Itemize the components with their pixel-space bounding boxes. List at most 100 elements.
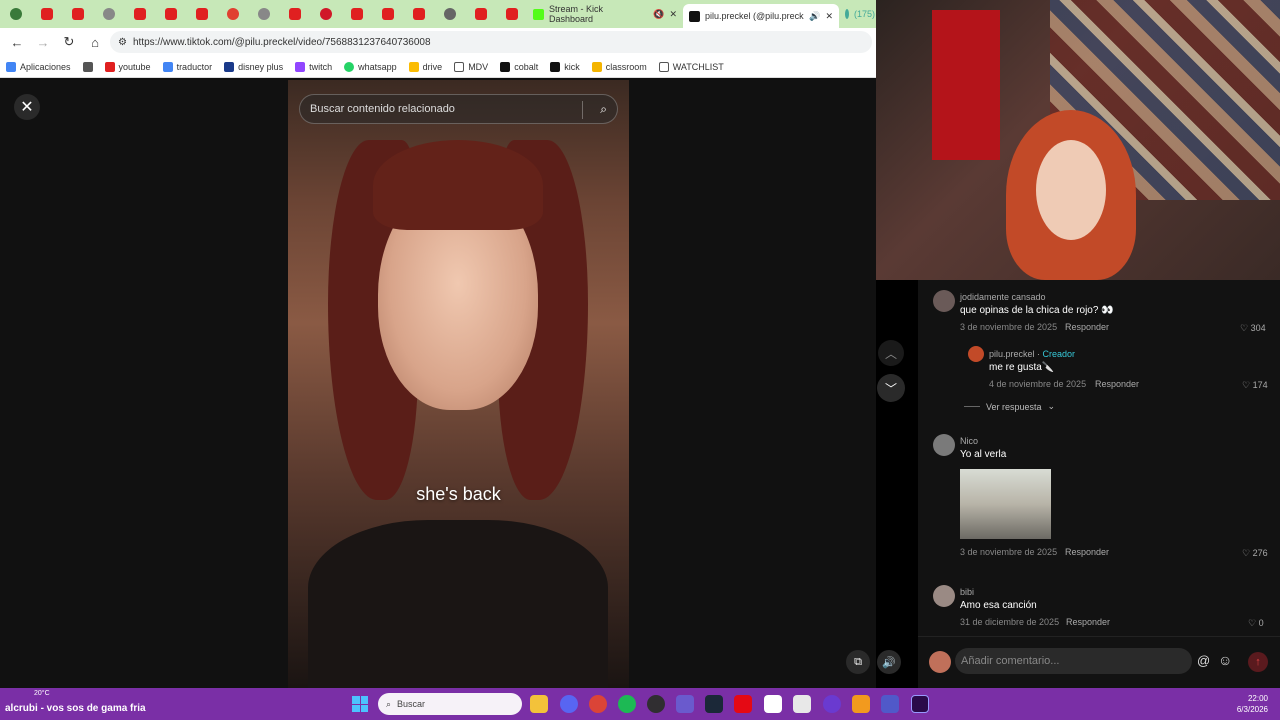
file-explorer-icon[interactable] bbox=[530, 695, 548, 713]
comment-date: 31 de diciembre de 2025 bbox=[960, 617, 1060, 627]
bookmark-youtube[interactable]: youtube bbox=[104, 61, 151, 72]
close-icon[interactable]: ✕ bbox=[14, 94, 40, 120]
like-count[interactable]: ♡ 0 bbox=[1248, 618, 1264, 629]
volume-icon[interactable]: 🔊 bbox=[877, 650, 901, 674]
avatar[interactable] bbox=[968, 346, 984, 362]
reply-button[interactable]: Responder bbox=[1095, 379, 1139, 389]
comment-username[interactable]: jodidamente cansado bbox=[960, 292, 1046, 302]
emoji-icon[interactable]: ☺ bbox=[1218, 652, 1232, 668]
comment-input[interactable]: Añadir comentario... bbox=[955, 648, 1192, 674]
reply-button[interactable]: Responder bbox=[1066, 617, 1110, 627]
video-player[interactable]: she's back bbox=[288, 80, 629, 688]
close-tab-icon[interactable]: ✕ bbox=[825, 11, 833, 22]
reply-button[interactable]: Responder bbox=[1065, 322, 1109, 332]
tab-tiktok-active[interactable]: pilu.preckel (@pilu.preckel) 🔊 ✕ bbox=[683, 4, 839, 28]
bookmark-grid[interactable] bbox=[82, 61, 93, 72]
floating-player-icon[interactable]: ⧉ bbox=[846, 650, 870, 674]
notion-icon[interactable] bbox=[764, 695, 782, 713]
like-count[interactable]: ♡ 174 bbox=[1242, 380, 1268, 391]
translate-icon bbox=[162, 61, 173, 72]
mute-icon[interactable]: 🔇 bbox=[653, 9, 664, 20]
tab-kick-dashboard[interactable]: Stream - Kick Dashboard 🔇 ✕ bbox=[527, 2, 683, 26]
tab-generic[interactable] bbox=[248, 0, 279, 28]
discord-icon[interactable] bbox=[560, 695, 578, 713]
like-count[interactable]: ♡ 276 bbox=[1242, 548, 1268, 559]
teams-icon[interactable] bbox=[881, 695, 899, 713]
bookmark-apps[interactable]: Aplicaciones bbox=[6, 61, 71, 72]
clock[interactable]: 22:00 6/3/2026 bbox=[1237, 693, 1268, 715]
mention-icon[interactable]: @ bbox=[1197, 653, 1210, 668]
taskbar-search[interactable]: ⌕ Buscar bbox=[378, 693, 522, 715]
bookmark-mdv[interactable]: MDV bbox=[454, 61, 488, 72]
tab-youtube[interactable] bbox=[496, 0, 527, 28]
tab-google[interactable] bbox=[217, 0, 248, 28]
site-info-icon[interactable]: ⚙ bbox=[118, 37, 127, 48]
like-count[interactable]: ♡ 304 bbox=[1240, 323, 1266, 334]
bookmark-twitch[interactable]: twitch bbox=[295, 61, 332, 72]
forward-arrow-icon[interactable]: → bbox=[32, 31, 54, 53]
previous-video-icon[interactable]: ︿ bbox=[878, 340, 904, 366]
tab-pinterest[interactable] bbox=[310, 0, 341, 28]
taskbar: 20°C alcrubi - vos sos de gama fria ⌕ Bu… bbox=[0, 688, 1280, 720]
next-video-icon[interactable]: ﹀ bbox=[877, 374, 905, 402]
search-icon[interactable]: ⌕ bbox=[600, 102, 607, 117]
address-bar[interactable]: ⚙ https://www.tiktok.com/@pilu.preckel/v… bbox=[110, 31, 872, 53]
tab-youtube[interactable] bbox=[124, 0, 155, 28]
comment-username[interactable]: pilu.preckel · Creador bbox=[989, 349, 1075, 359]
comment-username[interactable]: Nico bbox=[960, 436, 978, 446]
tab-youtube[interactable] bbox=[155, 0, 186, 28]
close-tab-icon[interactable]: ✕ bbox=[669, 9, 677, 20]
onenote-icon[interactable] bbox=[793, 695, 811, 713]
avatar[interactable] bbox=[933, 434, 955, 456]
speaker-icon[interactable]: 🔊 bbox=[809, 11, 820, 22]
avatar[interactable] bbox=[933, 290, 955, 312]
bookmark-traductor[interactable]: traductor bbox=[162, 61, 212, 72]
spotify-icon[interactable] bbox=[618, 695, 636, 713]
tab-label: Stream - Kick Dashboard bbox=[549, 4, 604, 24]
tab-list-button[interactable] bbox=[0, 0, 31, 28]
fl-studio-icon[interactable] bbox=[852, 695, 870, 713]
tab-youtube[interactable] bbox=[372, 0, 403, 28]
tab-youtube[interactable] bbox=[186, 0, 217, 28]
tab-youtube[interactable] bbox=[403, 0, 434, 28]
reload-icon[interactable]: ↻ bbox=[58, 31, 80, 53]
tab-overflow[interactable]: (175) bbox=[839, 2, 875, 26]
comment-image[interactable] bbox=[960, 469, 1051, 539]
netflix-icon[interactable] bbox=[734, 695, 752, 713]
bookmark-drive[interactable]: drive bbox=[408, 61, 442, 72]
bookmark-watchlist[interactable]: WATCHLIST bbox=[658, 61, 724, 72]
bookmark-cobalt[interactable]: cobalt bbox=[500, 61, 538, 72]
weather-widget[interactable]: 20°C bbox=[6, 690, 50, 697]
steam-icon[interactable] bbox=[705, 695, 723, 713]
send-icon[interactable]: ↑ bbox=[1248, 652, 1268, 672]
bookmark-disney[interactable]: disney plus bbox=[224, 61, 283, 72]
tab-generic[interactable] bbox=[93, 0, 124, 28]
reply-button[interactable]: Responder bbox=[1065, 547, 1109, 557]
obs-icon[interactable] bbox=[647, 695, 665, 713]
back-arrow-icon[interactable]: ← bbox=[6, 31, 28, 53]
tab-youtube[interactable] bbox=[465, 0, 496, 28]
avatar[interactable] bbox=[933, 585, 955, 607]
chrome-icon[interactable] bbox=[589, 695, 607, 713]
bookmark-whatsapp[interactable]: whatsapp bbox=[344, 61, 397, 72]
windows-start-icon[interactable] bbox=[352, 696, 368, 712]
premiere-icon[interactable] bbox=[911, 695, 929, 713]
app-icon[interactable] bbox=[823, 695, 841, 713]
tab-generic[interactable] bbox=[434, 0, 465, 28]
tab-youtube[interactable] bbox=[279, 0, 310, 28]
youtube-icon bbox=[104, 61, 115, 72]
home-icon[interactable]: ⌂ bbox=[84, 31, 106, 53]
video-caption: she's back bbox=[416, 484, 501, 504]
tab-youtube[interactable] bbox=[31, 0, 62, 28]
bookmark-classroom[interactable]: classroom bbox=[591, 61, 647, 72]
comment-composer: Añadir comentario... @ ☺ ↑ bbox=[918, 636, 1280, 688]
ver-respuesta-button[interactable]: Ver respuesta ⌄ bbox=[964, 401, 1055, 412]
media-player-icon[interactable] bbox=[676, 695, 694, 713]
webcam-overlay bbox=[876, 0, 1280, 280]
tab-bar: Stream - Kick Dashboard 🔇 ✕ pilu.preckel… bbox=[0, 0, 876, 28]
comment-username[interactable]: bibi bbox=[960, 587, 974, 597]
bookmark-kick[interactable]: kick bbox=[550, 61, 580, 72]
related-search-input[interactable]: Buscar contenido relacionado ⌕ bbox=[299, 94, 618, 124]
tab-youtube[interactable] bbox=[62, 0, 93, 28]
tab-youtube[interactable] bbox=[341, 0, 372, 28]
